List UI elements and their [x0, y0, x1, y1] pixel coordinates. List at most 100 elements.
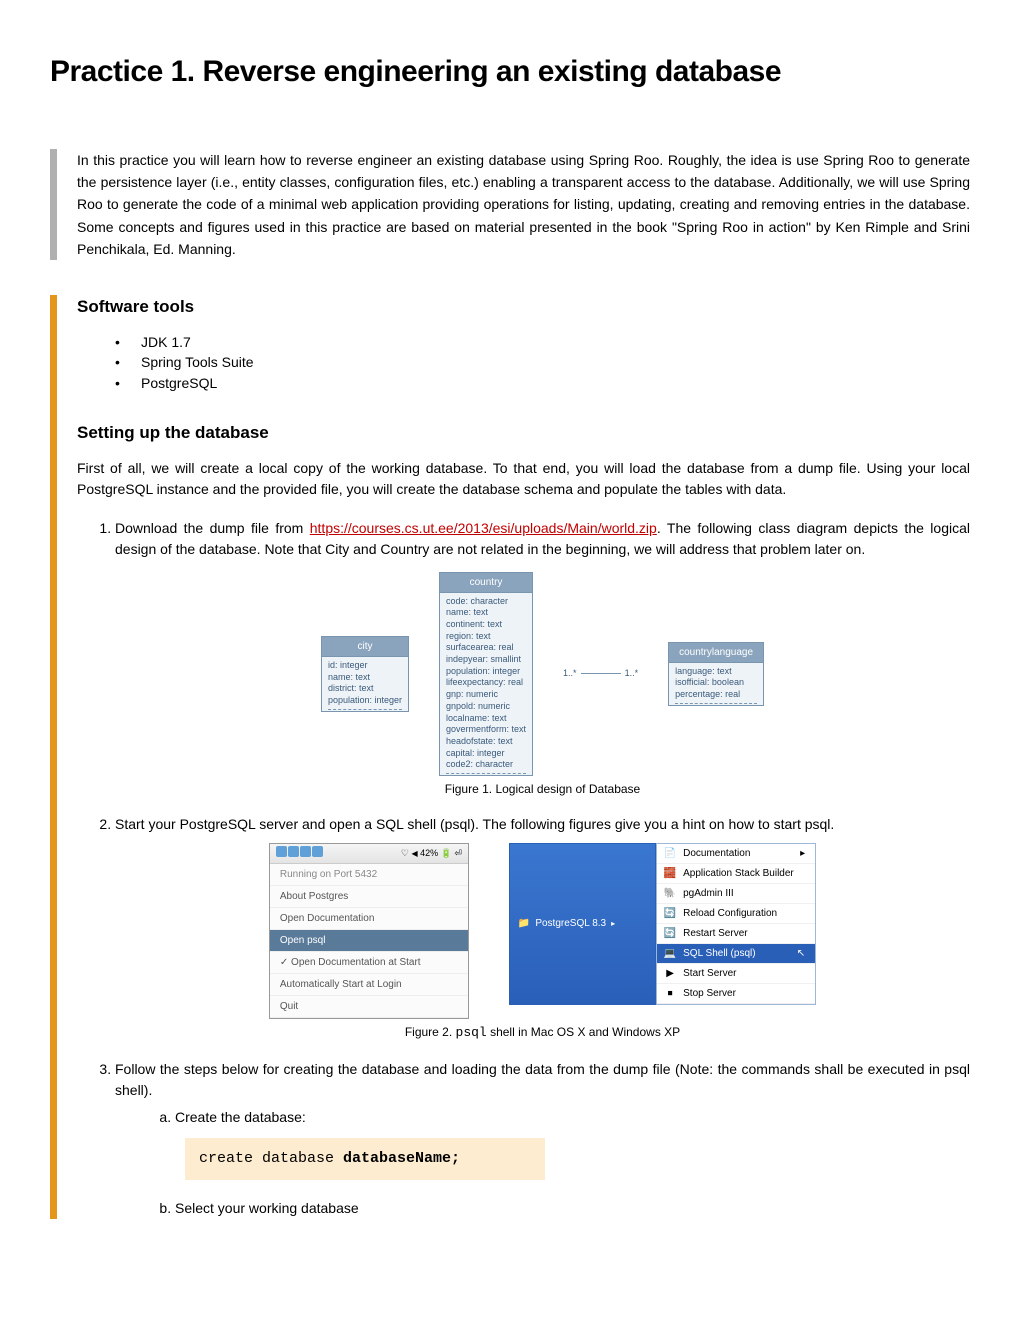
software-section: Software tools JDK 1.7 Spring Tools Suit… — [77, 295, 970, 393]
step-2: Start your PostgreSQL server and open a … — [115, 814, 970, 1043]
erd-attr: name: text — [446, 607, 526, 619]
erd-attr: continent: text — [446, 619, 526, 631]
win-btn-label: PostgreSQL 8.3 — [535, 916, 606, 931]
erd-attr: headofstate: text — [446, 736, 526, 748]
software-heading: Software tools — [77, 295, 970, 320]
menu-icon: 🧱 — [663, 866, 677, 881]
mac-quit-item[interactable]: Quit — [270, 996, 468, 1018]
erd-attr: language: text — [675, 666, 757, 678]
substep-a: Create the database: — [175, 1107, 970, 1128]
erd-relation: 1..* 1..* — [563, 667, 638, 681]
step-1-text-a: Download the dump file from — [115, 520, 310, 536]
mac-autostart-item[interactable]: Automatically Start at Login — [270, 974, 468, 996]
erd-attr: surfacearea: real — [446, 642, 526, 654]
step-3-text: Follow the steps below for creating the … — [115, 1061, 970, 1098]
erd-countrylanguage: countrylanguage language: text isofficia… — [668, 642, 764, 706]
setup-body: First of all, we will create a local cop… — [77, 458, 970, 500]
menu-label: Stop Server — [683, 986, 736, 1001]
step-1: Download the dump file from https://cour… — [115, 518, 970, 798]
win-submenu: 📄Documentation▸🧱Application Stack Builde… — [656, 843, 816, 1005]
erd-attr: percentage: real — [675, 689, 757, 701]
menu-label: Application Stack Builder — [683, 866, 794, 881]
menu-label: Documentation — [683, 846, 750, 861]
menu-icon: 💻 — [663, 946, 677, 961]
software-list: JDK 1.7 Spring Tools Suite PostgreSQL — [115, 332, 970, 393]
mac-open-psql-item[interactable]: Open psql — [270, 930, 468, 952]
erd-attr: population: integer — [446, 666, 526, 678]
substeps-2: Select your working database — [175, 1198, 970, 1219]
relation-line — [581, 673, 621, 674]
mac-docs-item[interactable]: Open Documentation — [270, 908, 468, 930]
cursor-icon: ↖ — [797, 946, 805, 961]
psql-code: psql — [456, 1025, 487, 1040]
menu-icon: 🔄 — [663, 926, 677, 941]
erd-attr: capital: integer — [446, 748, 526, 760]
step-3: Follow the steps below for creating the … — [115, 1059, 970, 1220]
erd-attr: lifeexpectancy: real — [446, 677, 526, 689]
erd-attr: population: integer — [328, 695, 402, 707]
win-menu-item[interactable]: 💻 SQL Shell (psql) ↖ — [657, 944, 815, 964]
code-text: create database — [199, 1150, 343, 1167]
erd-country-title: country — [440, 573, 532, 592]
list-item: Spring Tools Suite — [115, 352, 970, 372]
erd-lang-title: countrylanguage — [669, 643, 763, 662]
win-postgres-button[interactable]: 📁 PostgreSQL 8.3 ▸ — [509, 843, 656, 1005]
menu-icon: 🔄 — [663, 906, 677, 921]
dump-link[interactable]: https://courses.cs.ut.ee/2013/esi/upload… — [310, 520, 657, 536]
menu-label: SQL Shell (psql) — [683, 946, 755, 961]
list-item: PostgreSQL — [115, 373, 970, 393]
erd-attr: indepyear: smallint — [446, 654, 526, 666]
erd-city-title: city — [322, 637, 408, 656]
rel-left-mult: 1..* — [563, 667, 577, 681]
page-title: Practice 1. Reverse engineering an exist… — [50, 50, 970, 94]
win-menu-item[interactable]: ⏹ Stop Server — [657, 984, 815, 1004]
code-create-db: create database databaseName; — [185, 1138, 545, 1181]
menu-label: Restart Server — [683, 926, 747, 941]
substeps: Create the database: — [175, 1107, 970, 1128]
menu-label: Start Server — [683, 966, 736, 981]
mac-menubar: ♡ ◀ 42% 🔋 ⏎ — [270, 844, 468, 865]
win-menu-item[interactable]: 📄Documentation▸ — [657, 844, 815, 864]
list-item: JDK 1.7 — [115, 332, 970, 352]
menu-icon: 🐘 — [663, 886, 677, 901]
rel-right-mult: 1..* — [625, 667, 639, 681]
erd-attr: govermentform: text — [446, 724, 526, 736]
erd-attr: localname: text — [446, 713, 526, 725]
figure-2-caption: Figure 2. psql shell in Mac OS X and Win… — [115, 1023, 970, 1043]
win-menu-screenshot: 📁 PostgreSQL 8.3 ▸ 📄 Documentation ▸ 🧱 Appli… — [509, 843, 816, 1005]
code-param: databaseName; — [343, 1150, 460, 1167]
step-2-text: Start your PostgreSQL server and open a … — [115, 816, 834, 832]
win-menu-item[interactable]: 🧱 Application Stack Builder — [657, 864, 815, 884]
erd-attr: region: text — [446, 631, 526, 643]
win-menu-item[interactable]: 🔄 Restart Server — [657, 924, 815, 944]
mac-menubar-icons — [276, 846, 324, 862]
menu-icon: ⏹ — [663, 986, 677, 1001]
menu-label: Reload Configuration — [683, 906, 777, 921]
erd-diagram: city id: integer name: text district: te… — [115, 572, 970, 776]
erd-attr: isofficial: boolean — [675, 677, 757, 689]
content-block: Software tools JDK 1.7 Spring Tools Suit… — [50, 295, 970, 1219]
erd-attr: code: character — [446, 596, 526, 608]
folder-icon: 📁 — [518, 916, 530, 931]
win-menu-item[interactable]: 🐘pgAdmin III — [657, 884, 815, 904]
erd-attr: code2: character — [446, 759, 526, 771]
erd-city: city id: integer name: text district: te… — [321, 636, 409, 712]
mac-about-item[interactable]: About Postgres — [270, 886, 468, 908]
mac-menu-screenshot: ♡ ◀ 42% 🔋 ⏎ Running on Port 5432 About P… — [269, 843, 469, 1020]
menu-icon: 📄 — [663, 846, 677, 861]
intro-block: In this practice you will learn how to r… — [50, 149, 970, 261]
erd-country: country code: character name: text conti… — [439, 572, 533, 776]
erd-attr: district: text — [328, 683, 402, 695]
substep-b: Select your working database — [175, 1198, 970, 1219]
win-menu-item[interactable]: 🔄 Reload Configuration — [657, 904, 815, 924]
menu-icon: ▶ — [663, 966, 677, 981]
setup-heading: Setting up the database — [77, 421, 970, 446]
mac-status: ♡ ◀ 42% 🔋 ⏎ — [401, 847, 462, 861]
mac-port-item: Running on Port 5432 — [270, 864, 468, 886]
screenshots-row: ♡ ◀ 42% 🔋 ⏎ Running on Port 5432 About P… — [115, 843, 970, 1020]
win-menu-item[interactable]: ▶ Start Server — [657, 964, 815, 984]
mac-startdoc-item[interactable]: Open Documentation at Start — [270, 952, 468, 974]
chevron-right-icon: ▸ — [611, 918, 615, 930]
steps-list: Download the dump file from https://cour… — [115, 518, 970, 1220]
intro-text: In this practice you will learn how to r… — [77, 149, 970, 261]
